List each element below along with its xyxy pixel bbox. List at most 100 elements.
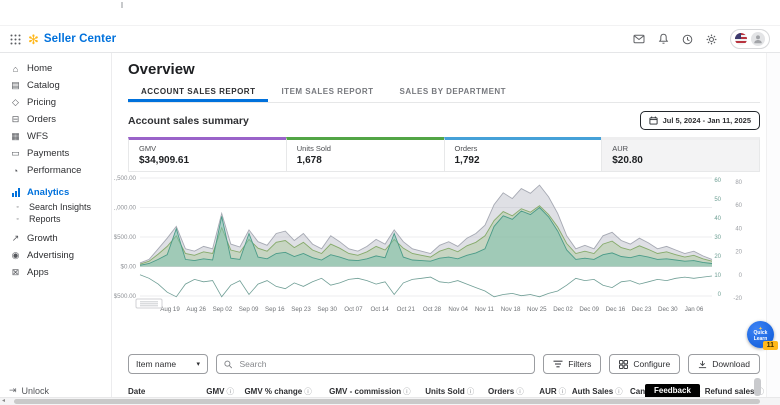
download-label: Download	[712, 359, 750, 369]
search-box[interactable]	[216, 354, 535, 374]
info-icon[interactable]: ⓘ	[516, 386, 524, 397]
sidebar-item-analytics[interactable]: Analytics	[0, 184, 111, 201]
horizontal-scrollbar-thumb[interactable]	[14, 399, 760, 404]
table-vertical-scrollbar[interactable]	[754, 378, 761, 396]
sidebar-item-search-insights[interactable]: ◦Search Insights	[0, 201, 111, 213]
grid-icon	[619, 360, 628, 369]
sales-chart[interactable]: $1,500.00$1,000.00$500.00$0.00-$500.0060…	[114, 174, 762, 316]
tab-item-sales-report[interactable]: ITEM SALES REPORT	[268, 82, 386, 102]
x-axis-tick: Sep 09	[239, 306, 259, 313]
y-axis-left-tick: -$500.00	[114, 293, 137, 300]
chevron-down-icon: ▾	[196, 360, 200, 368]
column-header-auth-sales[interactable]: Auth Salesⓘ	[566, 386, 623, 397]
sidebar-item-wfs[interactable]: ▦WFS	[0, 128, 111, 145]
metric-value: 1,678	[297, 155, 434, 166]
feedback-button[interactable]: Feedback	[645, 384, 700, 398]
y-axis-right-outer-tick: 80	[735, 180, 742, 186]
info-icon[interactable]: ⓘ	[403, 386, 411, 397]
sidebar-item-label: Orders	[27, 114, 56, 125]
clock-icon[interactable]	[682, 34, 693, 45]
tab-account-sales-report[interactable]: ACCOUNT SALES REPORT	[128, 82, 268, 102]
sidebar-item-home[interactable]: ⌂Home	[0, 60, 111, 77]
metric-value: $20.80	[612, 155, 749, 166]
quick-learn-badge[interactable]: 11	[763, 341, 778, 350]
column-header-units-sold[interactable]: Units Soldⓘ	[411, 386, 475, 397]
column-label: Auth Sales	[572, 387, 613, 396]
x-axis-tick: Nov 25	[527, 306, 547, 313]
sidebar-item-growth[interactable]: ↗Growth	[0, 230, 111, 247]
report-tabs: ACCOUNT SALES REPORTITEM SALES REPORTSAL…	[128, 82, 760, 103]
metric-label: AUR	[612, 144, 749, 153]
metric-card-orders[interactable]: Orders1,792	[444, 137, 603, 172]
x-axis-tick: Aug 19	[160, 306, 180, 313]
column-header-orders[interactable]: Ordersⓘ	[474, 386, 523, 397]
app-header: ✻ Seller Center	[0, 26, 780, 53]
sidebar-item-pricing[interactable]: ◇Pricing	[0, 94, 111, 111]
brand-name: Seller Center	[44, 33, 116, 45]
column-header-gmv-commission[interactable]: GMV - commissionⓘ	[312, 386, 411, 397]
column-label: GMV	[206, 387, 224, 396]
seller-center-logo[interactable]: ✻ Seller Center	[28, 33, 116, 46]
date-range-picker[interactable]: Jul 5, 2024 - Jan 11, 2025	[640, 111, 760, 130]
sidebar-item-performance[interactable]: ◔Performance	[0, 162, 111, 179]
tab-sales-by-department[interactable]: SALES BY DEPARTMENT	[387, 82, 520, 102]
column-header-date[interactable]: Date	[128, 386, 177, 397]
bell-icon[interactable]	[658, 33, 669, 45]
x-axis-tick: Dec 09	[579, 306, 599, 313]
column-label: Units Sold	[425, 387, 465, 396]
info-icon[interactable]: ⓘ	[304, 386, 312, 397]
sidebar-item-catalog[interactable]: ▤Catalog	[0, 77, 111, 94]
y-axis-left-tick: $1,000.00	[114, 205, 137, 212]
info-icon[interactable]: ⓘ	[227, 386, 235, 397]
y-axis-right-inner-tick: 10	[714, 273, 721, 279]
filters-button[interactable]: Filters	[543, 354, 601, 374]
x-axis-tick: Oct 14	[370, 306, 389, 313]
column-header-gmv[interactable]: GMVⓘ	[177, 386, 234, 397]
configure-button[interactable]: Configure	[609, 354, 680, 374]
sidebar-unlock-button[interactable]: ⇥ Unlock	[9, 385, 49, 396]
scroll-left-arrow-icon[interactable]: ◂	[2, 398, 5, 405]
download-icon	[698, 360, 707, 369]
x-axis-tick: Dec 30	[658, 306, 678, 313]
apps-grid-icon[interactable]	[10, 34, 21, 45]
metric-card-aur[interactable]: AUR $20.80	[601, 137, 760, 172]
sidebar-item-payments[interactable]: ▭Payments	[0, 145, 111, 162]
column-header-gmv-change[interactable]: GMV % changeⓘ	[234, 386, 312, 397]
avatar	[751, 32, 765, 46]
item-name-select[interactable]: Item name ▾	[128, 354, 208, 374]
y-axis-left-tick: $0.00	[121, 264, 137, 271]
x-axis-tick: Nov 04	[448, 306, 468, 313]
search-insights-icon: ◦	[12, 204, 23, 211]
horizontal-scrollbar[interactable]: ◂	[0, 397, 780, 405]
x-axis-tick: Jan 06	[685, 306, 704, 313]
sidebar-item-label: Catalog	[27, 80, 60, 91]
sidebar-item-apps[interactable]: ⊠Apps	[0, 264, 111, 281]
mail-icon[interactable]	[633, 34, 645, 44]
column-label: Refund sales	[705, 387, 755, 396]
y-axis-left-tick: $1,500.00	[114, 175, 137, 182]
sidebar-item-reports[interactable]: ◦Reports	[0, 213, 111, 225]
search-input[interactable]	[237, 358, 527, 370]
walmart-spark-icon: ✻	[28, 33, 39, 46]
y-axis-left-tick: $500.00	[114, 234, 137, 241]
info-icon[interactable]: ⓘ	[467, 386, 475, 397]
apps-icon: ⊠	[10, 267, 21, 278]
metric-label: Orders	[455, 144, 592, 153]
x-axis-tick: Sep 23	[291, 306, 311, 313]
pricing-icon: ◇	[10, 97, 21, 108]
sidebar-item-label: Analytics	[27, 187, 69, 198]
chart-scroll-handle[interactable]	[136, 299, 162, 308]
sidebar-item-orders[interactable]: ⊟Orders	[0, 111, 111, 128]
sidebar-item-label: WFS	[27, 131, 48, 142]
account-menu[interactable]	[730, 29, 770, 49]
table-toolbar: Item name ▾ Filters Configu	[128, 354, 760, 374]
sidebar-item-advertising[interactable]: ◉Advertising	[0, 247, 111, 264]
download-button[interactable]: Download	[688, 354, 760, 374]
metric-card-units-sold[interactable]: Units Sold1,678	[286, 137, 445, 172]
metric-card-gmv[interactable]: GMV$34,909.61	[128, 137, 287, 172]
info-icon[interactable]: ⓘ	[559, 386, 567, 397]
info-icon[interactable]: ⓘ	[615, 386, 623, 397]
column-header-aur[interactable]: AURⓘ	[524, 386, 566, 397]
gear-icon[interactable]	[706, 34, 717, 45]
browser-top-strip	[0, 0, 780, 26]
